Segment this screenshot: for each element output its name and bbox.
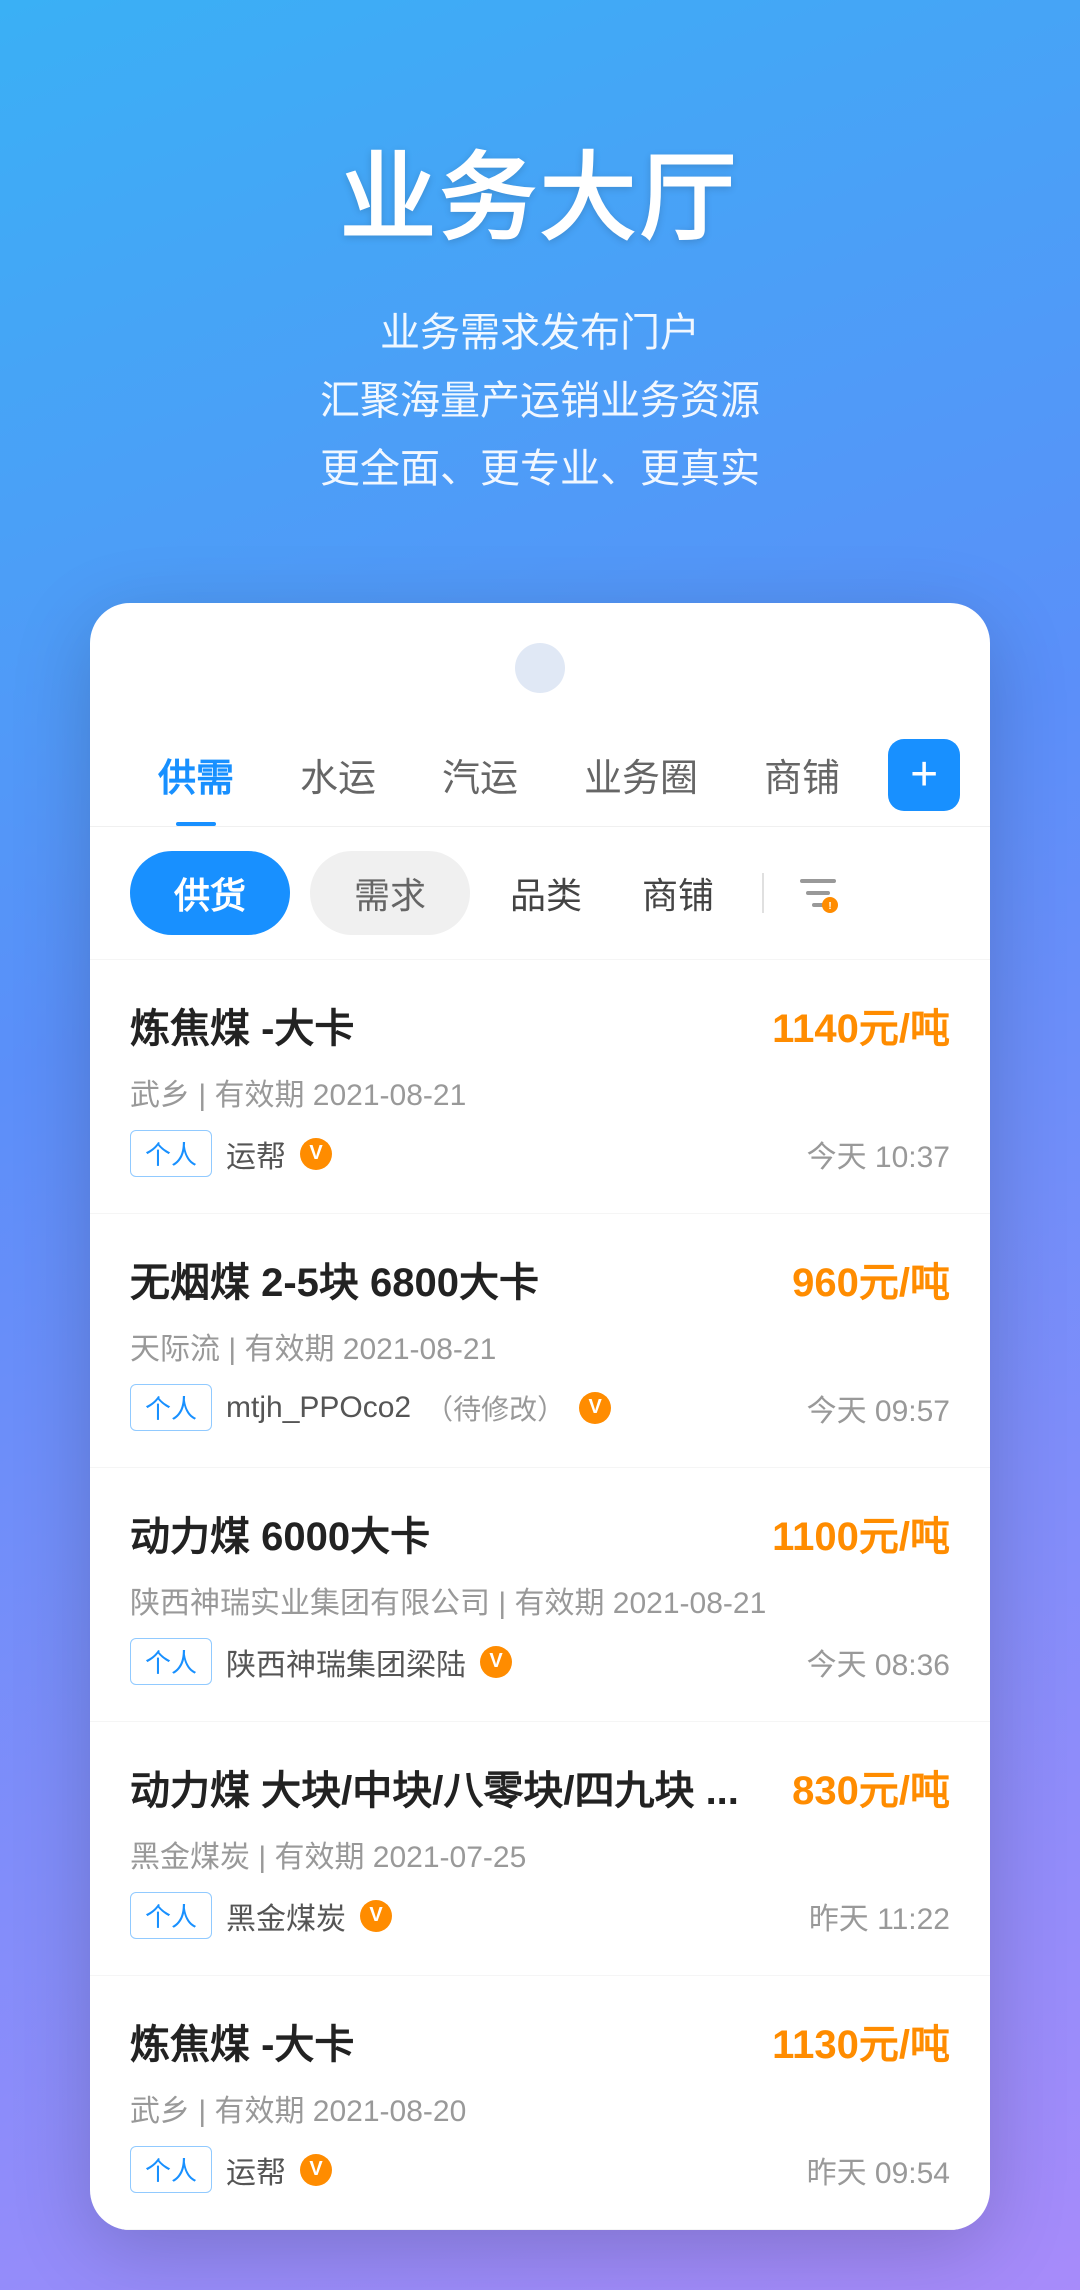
- supply-filter-btn[interactable]: 供货: [130, 851, 290, 935]
- item-price: 960元/吨: [792, 1250, 950, 1308]
- item-price: 1130元/吨: [772, 2012, 950, 2070]
- page-title: 业务大厅: [60, 120, 1020, 259]
- subtitle-line2: 汇聚海量产运销业务资源: [60, 367, 1020, 435]
- subtitle-line3: 更全面、更专业、更真实: [60, 435, 1020, 503]
- item-user: mtjh_PPOco2: [226, 1391, 411, 1425]
- v-badge: V: [579, 1392, 611, 1424]
- personal-tag: 个人: [130, 1130, 212, 1177]
- item-user: 陕西神瑞集团梁陆: [226, 1640, 466, 1684]
- item-price: 1100元/吨: [772, 1504, 950, 1562]
- v-badge: V: [360, 1900, 392, 1932]
- category-filter-label[interactable]: 品类: [490, 851, 602, 935]
- shop-filter-label[interactable]: 商铺: [622, 851, 734, 935]
- subtitle: 业务需求发布门户 汇聚海量产运销业务资源 更全面、更专业、更真实: [60, 299, 1020, 503]
- list-item[interactable]: 炼焦煤 -大卡 1130元/吨 武乡 | 有效期 2021-08-20 个人 运…: [90, 1976, 990, 2230]
- item-price: 1140元/吨: [772, 996, 950, 1054]
- item-time: 昨天 11:22: [809, 1894, 950, 1938]
- pending-tag: （待修改）: [425, 1388, 565, 1428]
- svg-text:!: !: [828, 901, 831, 912]
- item-user: 运帮: [226, 1132, 286, 1176]
- item-meta: 武乡 | 有效期 2021-08-20: [130, 2086, 950, 2130]
- list-content: 炼焦煤 -大卡 1140元/吨 武乡 | 有效期 2021-08-21 个人 运…: [90, 960, 990, 2230]
- funnel-icon: !: [796, 871, 840, 915]
- tab-road-transport[interactable]: 汽运: [414, 723, 546, 826]
- item-title: 炼焦煤 -大卡: [130, 996, 752, 1054]
- list-item[interactable]: 炼焦煤 -大卡 1140元/吨 武乡 | 有效期 2021-08-21 个人 运…: [90, 960, 990, 1214]
- item-time: 昨天 09:54: [807, 2148, 950, 2192]
- item-title: 动力煤 6000大卡: [130, 1504, 752, 1562]
- item-meta: 天际流 | 有效期 2021-08-21: [130, 1324, 950, 1368]
- item-user: 运帮: [226, 2148, 286, 2192]
- item-meta: 黑金煤炭 | 有效期 2021-07-25: [130, 1832, 950, 1876]
- main-card: 供需 水运 汽运 业务圈 商铺 + 供货 需求 品类 商铺 !: [90, 603, 990, 2230]
- tab-business-circle[interactable]: 业务圈: [556, 723, 726, 826]
- plus-icon: +: [910, 751, 938, 799]
- filter-row: 供货 需求 品类 商铺 !: [90, 827, 990, 960]
- item-meta: 陕西神瑞实业集团有限公司 | 有效期 2021-08-21: [130, 1578, 950, 1622]
- v-badge: V: [480, 1646, 512, 1678]
- list-item[interactable]: 无烟煤 2-5块 6800大卡 960元/吨 天际流 | 有效期 2021-08…: [90, 1214, 990, 1468]
- item-meta: 武乡 | 有效期 2021-08-21: [130, 1070, 950, 1114]
- list-item[interactable]: 动力煤 6000大卡 1100元/吨 陕西神瑞实业集团有限公司 | 有效期 20…: [90, 1468, 990, 1722]
- subtitle-line1: 业务需求发布门户: [60, 299, 1020, 367]
- v-badge: V: [300, 1138, 332, 1170]
- demand-filter-btn[interactable]: 需求: [310, 851, 470, 935]
- item-user: 黑金煤炭: [226, 1894, 346, 1938]
- personal-tag: 个人: [130, 1384, 212, 1431]
- card-indicator: [515, 643, 565, 693]
- personal-tag: 个人: [130, 1892, 212, 1939]
- v-badge: V: [300, 2154, 332, 2186]
- add-button[interactable]: +: [888, 739, 960, 811]
- item-title: 无烟煤 2-5块 6800大卡: [130, 1250, 772, 1308]
- personal-tag: 个人: [130, 1638, 212, 1685]
- item-time: 今天 09:57: [807, 1386, 950, 1430]
- personal-tag: 个人: [130, 2146, 212, 2193]
- nav-tabs: 供需 水运 汽运 业务圈 商铺 +: [90, 723, 990, 827]
- item-price: 830元/吨: [792, 1758, 950, 1816]
- item-time: 今天 10:37: [807, 1132, 950, 1176]
- header-section: 业务大厅 业务需求发布门户 汇聚海量产运销业务资源 更全面、更专业、更真实: [0, 0, 1080, 563]
- tab-supply-demand[interactable]: 供需: [130, 723, 262, 826]
- item-title: 炼焦煤 -大卡: [130, 2012, 752, 2070]
- tab-shop[interactable]: 商铺: [736, 723, 868, 826]
- filter-divider: [762, 873, 764, 913]
- list-item[interactable]: 动力煤 大块/中块/八零块/四九块 ... 830元/吨 黑金煤炭 | 有效期 …: [90, 1722, 990, 1976]
- item-time: 今天 08:36: [807, 1640, 950, 1684]
- filter-icon-btn[interactable]: !: [792, 867, 844, 919]
- item-title: 动力煤 大块/中块/八零块/四九块 ...: [130, 1758, 772, 1816]
- tab-water-transport[interactable]: 水运: [272, 723, 404, 826]
